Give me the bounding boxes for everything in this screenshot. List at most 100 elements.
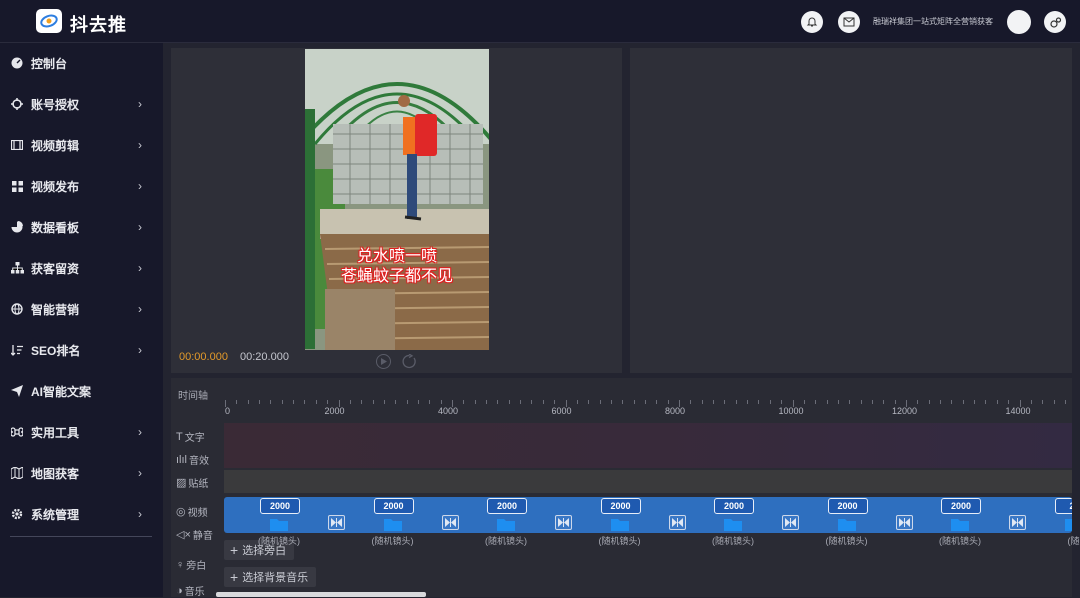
video-frame[interactable]: 兑水喷一喷 苍蝇蚊子都不见: [305, 49, 489, 350]
sidebar-item-dashboard[interactable]: 控制台: [0, 45, 163, 81]
logo: [36, 9, 62, 33]
ruler-tick: [475, 400, 476, 404]
chevron-right-icon: ›: [138, 97, 142, 111]
clip-duration[interactable]: 2000: [374, 498, 414, 514]
folder-icon: [384, 518, 402, 531]
clip-duration[interactable]: 2000: [601, 498, 641, 514]
speaker-mute-icon: ◁×: [176, 528, 191, 541]
ruler-tick: [520, 400, 521, 404]
sidebar-item-map-leads[interactable]: 地图获客 ›: [0, 455, 163, 491]
ruler-tick: [781, 400, 782, 404]
avatar[interactable]: [1007, 10, 1031, 34]
ruler-tick: [373, 400, 374, 404]
folder-icon: [838, 518, 856, 531]
ruler-tick: [1031, 400, 1032, 404]
ruler-tick: [509, 400, 510, 404]
ruler-tick: [577, 400, 578, 404]
ruler-tick: [634, 400, 635, 404]
video-clip[interactable]: 2000: [905, 497, 1019, 533]
command-icon: [10, 425, 24, 439]
bell-icon[interactable]: [801, 11, 823, 33]
play-icon[interactable]: [376, 354, 391, 369]
sidebar-item-smart-marketing[interactable]: 智能营销 ›: [0, 291, 163, 327]
ruler-tick: [713, 400, 714, 404]
clip-duration[interactable]: 2000: [487, 498, 527, 514]
gear-icon: [10, 507, 24, 521]
ruler-tick: [554, 400, 555, 404]
sidebar-item-label: AI智能文案: [31, 383, 91, 400]
crosshair-icon: [10, 97, 24, 111]
send-icon: [10, 384, 24, 398]
ruler-label: 14000: [1006, 406, 1031, 416]
ruler-tick: [917, 400, 918, 404]
chevron-right-icon: ›: [138, 179, 142, 193]
video-clip[interactable]: 20: [1019, 497, 1073, 533]
top-bar: 抖去推 融瑞祥集团一站式矩阵全营销获客: [0, 0, 1080, 43]
sidebar-item-seo-ranking[interactable]: SEO排名 ›: [0, 332, 163, 368]
horizontal-scrollbar[interactable]: [216, 592, 426, 597]
chevron-right-icon: ›: [138, 466, 142, 480]
ruler-tick: [804, 400, 805, 404]
clip-label: (随机镜头): [817, 534, 877, 547]
mute-toggle[interactable]: ◁×静音: [176, 527, 213, 542]
video-clip[interactable]: 2000: [678, 497, 792, 533]
ruler-label: 2000: [325, 406, 345, 416]
ruler-tick: [316, 400, 317, 404]
ruler-tick: [463, 400, 464, 404]
clip-duration[interactable]: 2000: [828, 498, 868, 514]
ruler-tick: [282, 400, 283, 404]
sidebar-item-account-auth[interactable]: 账号授权 ›: [0, 86, 163, 122]
org-chart-icon: [10, 261, 24, 275]
track-label-sticker: ▨贴纸: [176, 475, 208, 490]
sidebar-item-data-board[interactable]: 数据看板 ›: [0, 209, 163, 245]
sidebar-item-lead-capture[interactable]: 获客留资 ›: [0, 250, 163, 286]
mail-icon[interactable]: [838, 11, 860, 33]
clip-duration[interactable]: 20: [1055, 498, 1073, 514]
ruler-label: 6000: [552, 406, 572, 416]
sidebar-item-tools[interactable]: 实用工具 ›: [0, 414, 163, 450]
folder-icon: [1065, 518, 1073, 531]
settings-cog-icon[interactable]: [1044, 11, 1066, 33]
sidebar-item-video-publish[interactable]: 视频发布 ›: [0, 168, 163, 204]
text-icon: T: [176, 431, 183, 443]
sidebar-item-system-admin[interactable]: 系统管理 ›: [0, 496, 163, 532]
sidebar-item-ai-copywriting[interactable]: AI智能文案: [0, 373, 163, 409]
video-clip[interactable]: 2000: [338, 497, 452, 533]
ruler-tick: [656, 400, 657, 404]
clip-duration[interactable]: 2000: [941, 498, 981, 514]
video-icon: ◎: [176, 505, 186, 518]
image-icon: ▨: [176, 476, 186, 489]
clip-label: (随: [1044, 534, 1080, 547]
text-track[interactable]: [224, 423, 1072, 468]
ruler-tick: [543, 400, 544, 404]
chevron-right-icon: ›: [138, 138, 142, 152]
track-label-text: T文字: [176, 429, 205, 444]
video-clip[interactable]: 2000: [565, 497, 679, 533]
video-clip[interactable]: 2000: [224, 497, 338, 533]
sidebar-item-video-edit[interactable]: 视频剪辑 ›: [0, 127, 163, 163]
track-label-video: ◎视频: [176, 504, 208, 519]
ruler-tick: [645, 400, 646, 404]
globe-icon: [10, 302, 24, 316]
ruler-tick: [441, 400, 442, 404]
grid-icon: [10, 179, 24, 193]
sticker-track[interactable]: [224, 470, 1072, 493]
sidebar-item-label: 智能营销: [31, 301, 79, 318]
ruler-tick: [895, 400, 896, 404]
track-label-music: ◑音乐: [176, 583, 205, 598]
ruler-tick: [270, 400, 271, 404]
select-music-button[interactable]: +选择背景音乐: [224, 567, 316, 587]
video-clip[interactable]: 2000: [792, 497, 906, 533]
clip-duration[interactable]: 2000: [260, 498, 300, 514]
timeline-ruler[interactable]: 02000400060008000100001200014000: [225, 400, 1072, 420]
clip-duration[interactable]: 2000: [714, 498, 754, 514]
video-track[interactable]: 2000 2000 2000 2000 2000 2000 2000 20: [224, 497, 1072, 533]
replay-icon[interactable]: [402, 354, 417, 369]
chevron-right-icon: ›: [138, 302, 142, 316]
ruler-tick: [361, 400, 362, 404]
sidebar-item-label: 视频发布: [31, 178, 79, 195]
ruler-tick: [622, 400, 623, 404]
ruler-tick: [997, 400, 998, 404]
sidebar-item-label: 系统管理: [31, 506, 79, 523]
video-clip[interactable]: 2000: [451, 497, 565, 533]
